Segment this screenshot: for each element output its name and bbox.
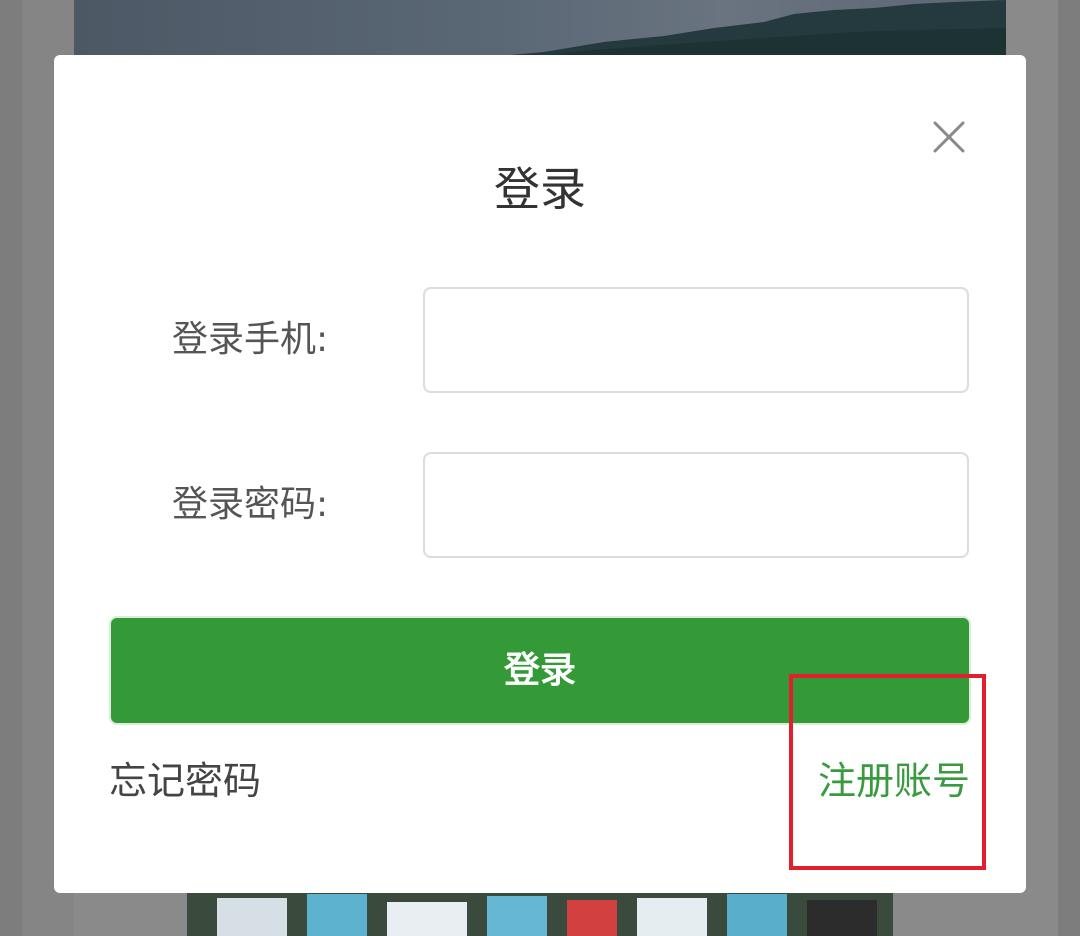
mountain-silhouette [454, 0, 1006, 60]
photo-people [187, 890, 893, 936]
login-dialog: 登录 登录手机: 登录密码: 登录 忘记密码 注册账号 [54, 55, 1026, 893]
background-photo [187, 890, 893, 936]
phone-input[interactable] [423, 287, 969, 393]
dialog-title: 登录 [494, 162, 586, 216]
login-button[interactable]: 登录 [111, 618, 969, 723]
banner-image [74, 0, 1006, 60]
password-label: 登录密码: [172, 484, 329, 525]
register-link[interactable]: 注册账号 [818, 757, 970, 805]
password-input[interactable] [423, 452, 969, 558]
forgot-password-link[interactable]: 忘记密码 [109, 757, 261, 805]
close-icon[interactable] [931, 119, 967, 155]
phone-label: 登录手机: [172, 319, 329, 360]
